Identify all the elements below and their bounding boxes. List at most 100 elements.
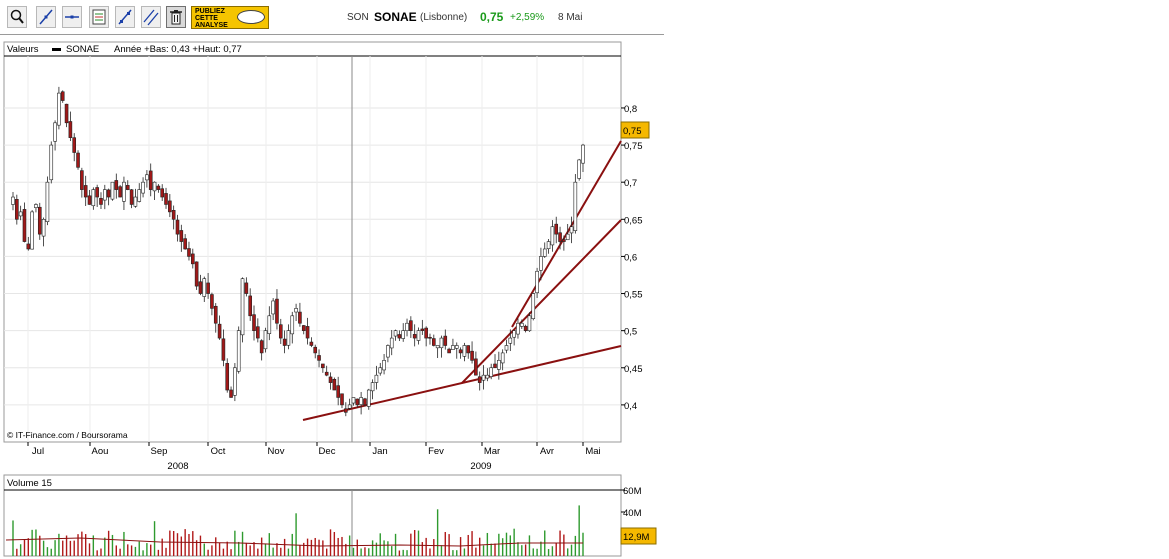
candle-body [301, 325, 306, 331]
candle-body [290, 315, 295, 335]
candle-body [569, 226, 574, 234]
candle-body [447, 348, 451, 354]
candle-body [278, 324, 283, 339]
candle-body [324, 371, 329, 376]
candle-body [527, 315, 532, 332]
series-legend-name: SONAE [66, 44, 99, 55]
candle-body [37, 206, 42, 235]
price-tick-label: 0,8 [624, 104, 637, 115]
candle-body [435, 345, 440, 349]
candle-body [248, 295, 252, 317]
price-tick-label: 0,65 [624, 215, 643, 226]
candle-body [546, 241, 551, 250]
candle-body [152, 181, 157, 192]
candle-body [416, 330, 421, 341]
volume-tick-label: 60M [623, 486, 642, 497]
candle-body [424, 327, 428, 339]
candle-body [267, 315, 272, 334]
candle-body [581, 144, 585, 164]
candle-body [171, 209, 176, 220]
promo-line-2: CETTE [195, 15, 218, 22]
candle-body [497, 360, 501, 370]
candle-body [470, 350, 474, 361]
candle-body [87, 195, 92, 205]
candle-body [305, 326, 310, 339]
price-legend-label: Valeurs [7, 44, 39, 55]
candle-body [298, 311, 302, 324]
candle-body [114, 180, 119, 190]
zoom-icon [10, 9, 24, 24]
candle-body [80, 170, 84, 190]
candle-body [256, 326, 260, 339]
candle-body [129, 189, 134, 205]
trend-icon [118, 9, 132, 25]
year-label: 2009 [470, 461, 491, 472]
candle-body [83, 185, 88, 198]
candle-body [57, 92, 61, 126]
candle-body [420, 328, 425, 331]
candle-body [504, 345, 509, 351]
month-label: Jul [32, 446, 44, 457]
candle-body [554, 223, 559, 235]
candle-body [393, 330, 398, 337]
speech-bubble-icon [237, 10, 265, 24]
candle-body [26, 243, 31, 250]
candle-body [240, 278, 245, 336]
delete-tool-button[interactable] [166, 6, 186, 28]
chart-application: PUBLIEZ CETTE ANALYSE SON SONAE (Lisbonn… [0, 0, 666, 559]
month-label: Mai [585, 446, 600, 457]
candle-body [34, 204, 38, 208]
month-label: Oct [211, 446, 226, 457]
candle-body [508, 337, 513, 344]
candle-body [53, 122, 57, 142]
horizontal-line-tool-button[interactable] [62, 6, 82, 28]
candle-body [271, 300, 275, 315]
candle-body [481, 374, 486, 381]
parallel-tool-button[interactable] [141, 6, 161, 28]
candle-body [137, 189, 142, 202]
candle-body [309, 341, 314, 346]
candle-body [466, 345, 471, 354]
candle-body [409, 320, 413, 331]
toolbar: PUBLIEZ CETTE ANALYSE SON SONAE (Lisbonn… [0, 0, 664, 35]
candle-body [378, 367, 383, 374]
candle-body [225, 363, 230, 391]
candle-body [374, 374, 379, 383]
candle-body [133, 196, 138, 207]
indicator-tool-button[interactable] [89, 6, 109, 28]
price-tick-label: 0,5 [624, 327, 637, 338]
candle-body [519, 322, 524, 327]
candle-body [106, 189, 111, 198]
candle-body [523, 325, 528, 331]
publish-analysis-button[interactable]: PUBLIEZ CETTE ANALYSE [191, 6, 269, 29]
stock-chart[interactable]: Valeurs SONAE Année +Bas: 0,43 +Haut: 0,… [0, 35, 666, 559]
zoom-tool-button[interactable] [7, 6, 27, 28]
candle-body [493, 363, 497, 369]
candle-body [233, 367, 237, 396]
candle-body [401, 330, 406, 339]
candle-body [11, 196, 15, 205]
candle-body [190, 253, 195, 265]
candle-body [122, 181, 126, 202]
ticker-market: (Lisbonne) [420, 12, 468, 23]
candle-body [332, 378, 337, 391]
candle-body [15, 199, 19, 220]
candle-body [405, 322, 409, 331]
candle-body [389, 337, 394, 349]
candle-body [286, 330, 291, 346]
price-tick-label: 0,55 [624, 290, 643, 301]
price-tick-label: 0,75 [624, 141, 643, 152]
candle-body [573, 181, 578, 231]
draw-line-tool-button[interactable] [36, 6, 56, 28]
candle-body [462, 345, 467, 357]
candle-body [187, 248, 191, 257]
indicator-icon [92, 9, 106, 25]
candle-body [382, 360, 386, 371]
candle-body [275, 298, 279, 324]
trend-tool-button[interactable] [115, 6, 135, 28]
volume-tick-label: 40M [623, 508, 642, 519]
candle-body [76, 152, 80, 168]
candle-body [45, 181, 50, 222]
price-panel-frame [3, 41, 622, 443]
year-label: 2008 [167, 461, 188, 472]
